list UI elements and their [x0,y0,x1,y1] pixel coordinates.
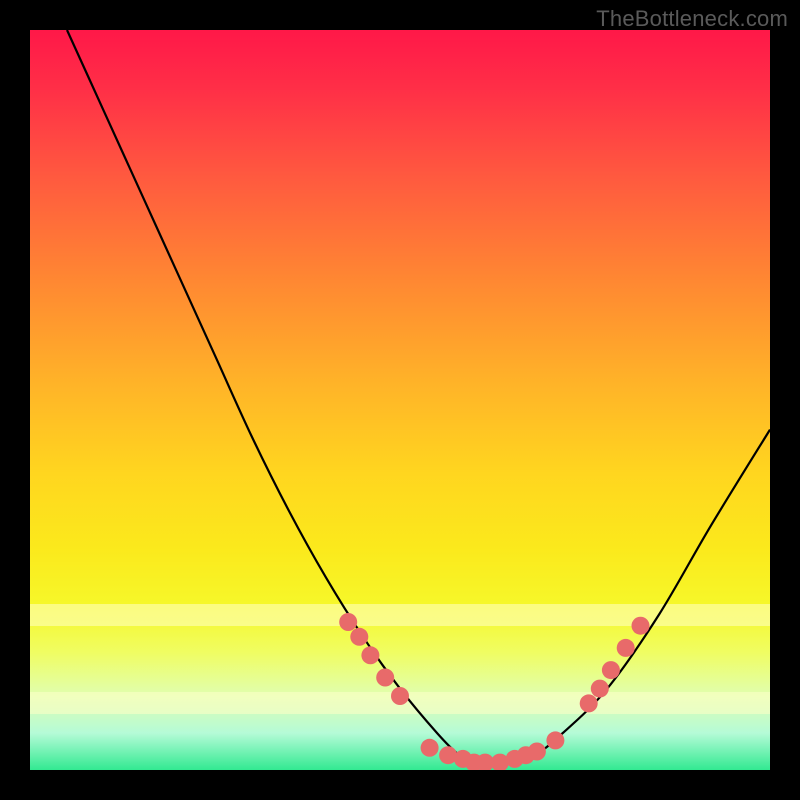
data-point [376,669,394,687]
watermark-text: TheBottleneck.com [596,6,788,32]
scatter-points [339,613,649,770]
data-point [591,680,609,698]
data-point [339,613,357,631]
plot-area [30,30,770,770]
chart-svg [30,30,770,770]
data-point [350,628,368,646]
data-point [421,739,439,757]
chart-stage: TheBottleneck.com [0,0,800,800]
data-point [632,617,650,635]
data-point [602,661,620,679]
data-point [361,646,379,664]
data-point [546,731,564,749]
bottleneck-curve [67,30,770,764]
data-point [528,743,546,761]
data-point [391,687,409,705]
data-point [580,694,598,712]
data-point [617,639,635,657]
